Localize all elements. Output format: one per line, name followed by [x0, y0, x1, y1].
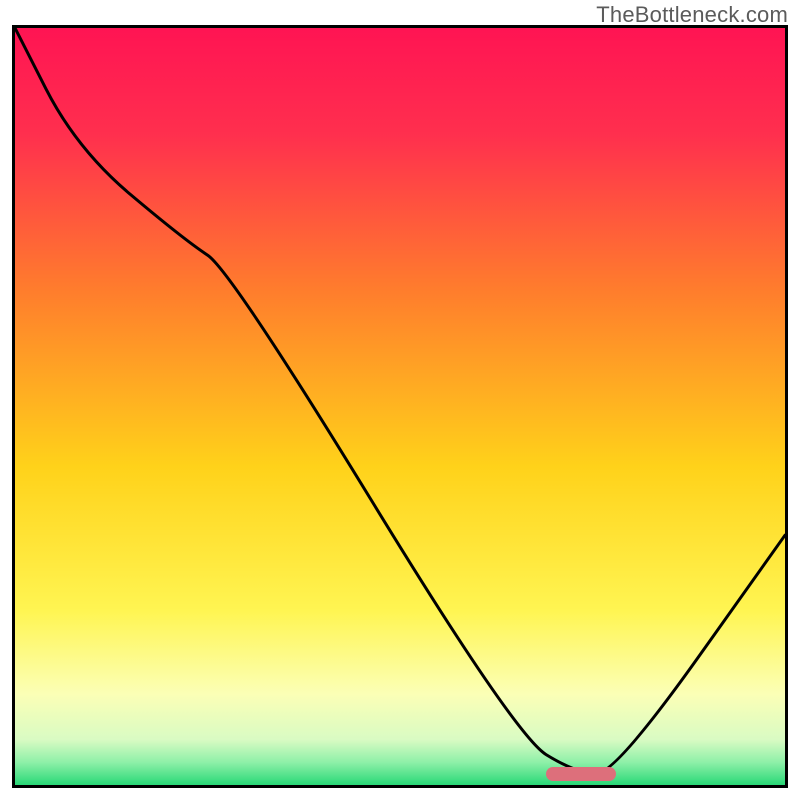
chart-plot [15, 28, 785, 785]
gradient-background [15, 28, 785, 785]
chart-frame [12, 25, 788, 788]
sweet-spot-marker [546, 767, 615, 781]
